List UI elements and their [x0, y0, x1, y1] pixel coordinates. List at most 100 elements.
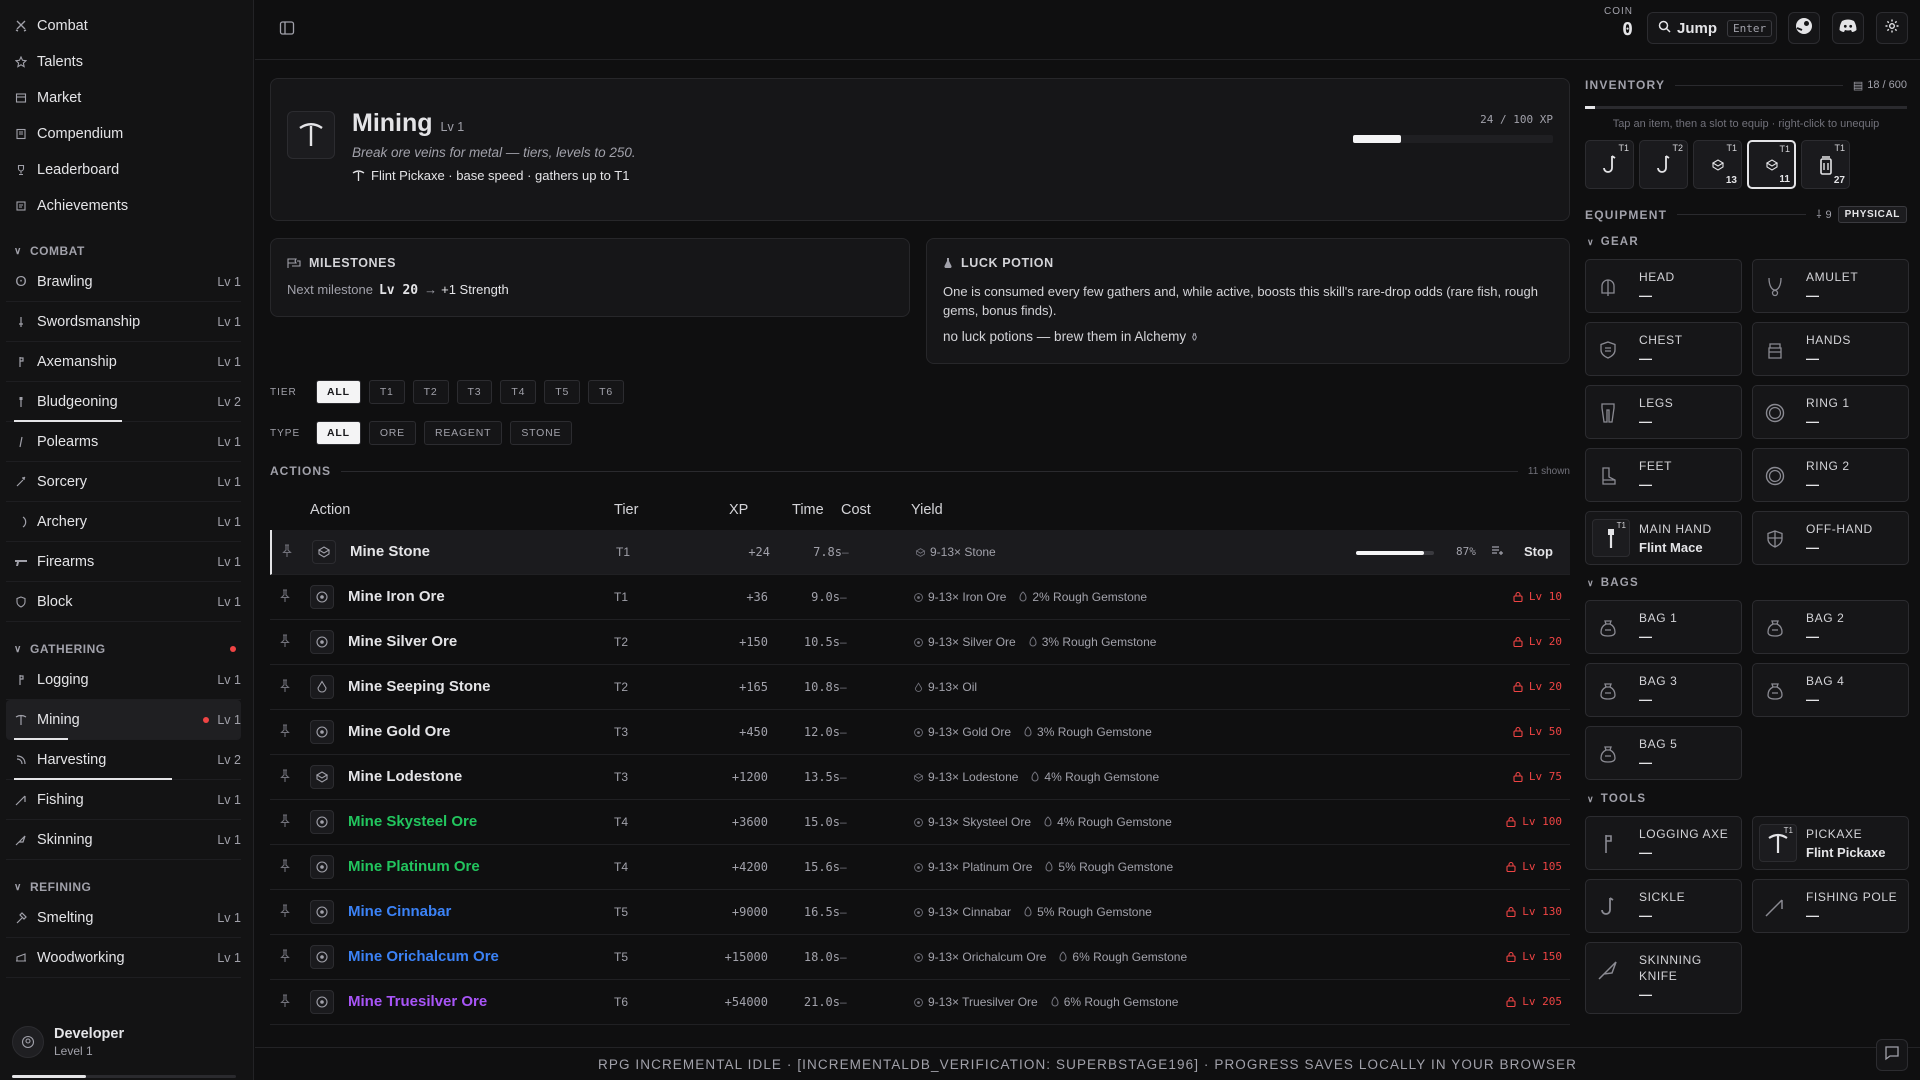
pin-icon[interactable]	[279, 949, 291, 966]
sidebar-item-leaderboard[interactable]: Leaderboard	[0, 152, 253, 188]
tier-filter-t3[interactable]: T3	[456, 380, 493, 404]
table-row[interactable]: Mine Cinnabar T5 +9000 16.5s – 9-13× Cinnabar…	[270, 890, 1570, 935]
sidebar-item-axemanship[interactable]: Axemanship Lv 1	[6, 342, 241, 382]
jump-button[interactable]: Jump Enter	[1647, 12, 1777, 44]
sidebar-toggle-icon[interactable]	[279, 20, 295, 36]
sidebar-item-fishing[interactable]: Fishing Lv 1	[6, 780, 241, 820]
sidebar-item-swordsmanship[interactable]: Swordsmanship Lv 1	[6, 302, 241, 342]
steam-button[interactable]	[1788, 12, 1820, 44]
equip-slot-feet[interactable]: FEET —	[1585, 448, 1742, 502]
inventory-slot[interactable]: T2	[1639, 140, 1688, 189]
equip-slot-amulet[interactable]: AMULET —	[1752, 259, 1909, 313]
pin-icon[interactable]	[279, 769, 291, 786]
tier-filter-t1[interactable]: T1	[368, 380, 405, 404]
tier-filter-t6[interactable]: T6	[588, 380, 624, 404]
inventory-slot[interactable]: T1 13	[1693, 140, 1742, 189]
sidebar-section-gathering[interactable]: ∨ GATHERING	[0, 638, 253, 660]
sidebar-item-sorcery[interactable]: Sorcery Lv 1	[6, 462, 241, 502]
pin-icon[interactable]	[279, 814, 291, 831]
sidebar-item-logging[interactable]: Logging Lv 1	[6, 660, 241, 700]
equip-slot-bag-4[interactable]: BAG 4 —	[1752, 663, 1909, 717]
equip-slot-bag-2[interactable]: BAG 2 —	[1752, 600, 1909, 654]
sidebar-item-smelting[interactable]: Smelting Lv 1	[6, 898, 241, 938]
type-filter-stone[interactable]: STONE	[510, 421, 573, 445]
table-row[interactable]: Mine Orichalcum Ore T5 +15000 18.0s – 9-13× O…	[270, 935, 1570, 980]
bags-section-header[interactable]: ∨ BAGS	[1587, 577, 1639, 589]
sidebar-item-compendium[interactable]: Compendium	[0, 116, 253, 152]
table-row[interactable]: Mine Silver Ore T2 +150 10.5s – 9-13× Silver …	[270, 620, 1570, 665]
column-xp[interactable]: XP	[729, 502, 748, 518]
column-time[interactable]: Time	[792, 502, 824, 518]
sidebar-item-woodworking[interactable]: Woodworking Lv 1	[6, 938, 241, 978]
equip-slot-bag-1[interactable]: BAG 1 —	[1585, 600, 1742, 654]
sidebar-item-combat[interactable]: Combat	[0, 8, 253, 44]
table-row[interactable]: Mine Stone T1 +24 7.8s – 9-13× Stone 87% Stop	[270, 530, 1570, 575]
inventory-slot[interactable]: T1 11	[1747, 140, 1796, 189]
sidebar-item-harvesting[interactable]: Harvesting Lv 2	[6, 740, 241, 780]
sidebar-item-block[interactable]: Block Lv 1	[6, 582, 241, 622]
inventory-slot[interactable]: T1 27	[1801, 140, 1850, 189]
equip-slot-pickaxe[interactable]: T1 PICKAXE Flint Pickaxe	[1752, 816, 1909, 870]
sidebar-section-combat[interactable]: ∨ COMBAT	[0, 240, 253, 262]
type-filter-reagent[interactable]: REAGENT	[423, 421, 503, 445]
sidebar-item-market[interactable]: Market	[0, 80, 253, 116]
table-row[interactable]: Mine Truesilver Ore T6 +54000 21.0s – 9-13× T…	[270, 980, 1570, 1025]
equip-slot-hands[interactable]: HANDS —	[1752, 322, 1909, 376]
column-yield[interactable]: Yield	[911, 502, 943, 518]
tier-filter-t4[interactable]: T4	[500, 380, 537, 404]
damage-type-badge[interactable]: PHYSICAL	[1837, 206, 1907, 223]
sidebar-item-mining[interactable]: Mining Lv 1	[6, 700, 241, 740]
type-filter-ore[interactable]: ORE	[368, 421, 416, 445]
sidebar-item-talents[interactable]: Talents	[0, 44, 253, 80]
pin-icon[interactable]	[281, 544, 293, 561]
column-tier[interactable]: Tier	[614, 502, 638, 518]
table-row[interactable]: Mine Seeping Stone T2 +165 10.8s – 9-13× Oil L…	[270, 665, 1570, 710]
sidebar-item-archery[interactable]: Archery Lv 1	[6, 502, 241, 542]
equip-slot-chest[interactable]: CHEST —	[1585, 322, 1742, 376]
pin-icon[interactable]	[279, 634, 291, 651]
stop-button[interactable]: Stop	[1524, 544, 1553, 559]
discord-button[interactable]	[1832, 12, 1864, 44]
sidebar-item-brawling[interactable]: ʘ Brawling Lv 1	[6, 262, 241, 302]
pin-icon[interactable]	[279, 904, 291, 921]
pin-icon[interactable]	[279, 994, 291, 1011]
sidebar-section-refining[interactable]: ∨ REFINING	[0, 876, 253, 898]
table-row[interactable]: Mine Platinum Ore T4 +4200 15.6s – 9-13× Plat…	[270, 845, 1570, 890]
column-action[interactable]: Action	[310, 502, 350, 518]
equip-slot-bag-3[interactable]: BAG 3 —	[1585, 663, 1742, 717]
sidebar-item-achievements[interactable]: Achievements	[0, 188, 253, 224]
user-profile[interactable]: Developer Level 1	[12, 1026, 124, 1058]
equip-slot-off-hand[interactable]: OFF-HAND —	[1752, 511, 1909, 565]
sidebar-item-skinning[interactable]: Skinning Lv 1	[6, 820, 241, 860]
sidebar-item-firearms[interactable]: Firearms Lv 1	[6, 542, 241, 582]
equip-slot-main-hand[interactable]: T1 MAIN HAND Flint Mace	[1585, 511, 1742, 565]
tools-section-header[interactable]: ∨ TOOLS	[1587, 793, 1646, 805]
pin-icon[interactable]	[279, 724, 291, 741]
tier-filter-t5[interactable]: T5	[544, 380, 581, 404]
inventory-slot[interactable]: T1	[1585, 140, 1634, 189]
queue-icon[interactable]	[1491, 544, 1503, 559]
table-row[interactable]: Mine Skysteel Ore T4 +3600 15.0s – 9-13× Skys…	[270, 800, 1570, 845]
equip-slot-skinning-knife[interactable]: SKINNING KNIFE —	[1585, 942, 1742, 1014]
equip-slot-legs[interactable]: LEGS —	[1585, 385, 1742, 439]
column-cost[interactable]: Cost	[841, 502, 871, 518]
gear-section-header[interactable]: ∨ GEAR	[1587, 236, 1639, 248]
tier-filter-t2[interactable]: T2	[412, 380, 449, 404]
pin-icon[interactable]	[279, 859, 291, 876]
pin-icon[interactable]	[279, 679, 291, 696]
settings-button[interactable]	[1876, 12, 1908, 44]
equip-slot-fishing-pole[interactable]: FISHING POLE —	[1752, 879, 1909, 933]
equip-slot-ring-2[interactable]: RING 2 —	[1752, 448, 1909, 502]
equip-slot-logging-axe[interactable]: LOGGING AXE —	[1585, 816, 1742, 870]
equip-slot-ring-1[interactable]: RING 1 —	[1752, 385, 1909, 439]
equip-slot-sickle[interactable]: SICKLE —	[1585, 879, 1742, 933]
equip-slot-head[interactable]: HEAD —	[1585, 259, 1742, 313]
sidebar-item-bludgeoning[interactable]: Bludgeoning Lv 2	[6, 382, 241, 422]
tier-filter-all[interactable]: ALL	[316, 380, 361, 404]
type-filter-all[interactable]: ALL	[316, 421, 361, 445]
table-row[interactable]: Mine Gold Ore T3 +450 12.0s – 9-13× Gold Ore 3…	[270, 710, 1570, 755]
equip-slot-bag-5[interactable]: BAG 5 —	[1585, 726, 1742, 780]
sidebar-item-polearms[interactable]: Polearms Lv 1	[6, 422, 241, 462]
table-row[interactable]: Mine Lodestone T3 +1200 13.5s – 9-13× Lodesto…	[270, 755, 1570, 800]
table-row[interactable]: Mine Iron Ore T1 +36 9.0s – 9-13× Iron Ore 2% …	[270, 575, 1570, 620]
